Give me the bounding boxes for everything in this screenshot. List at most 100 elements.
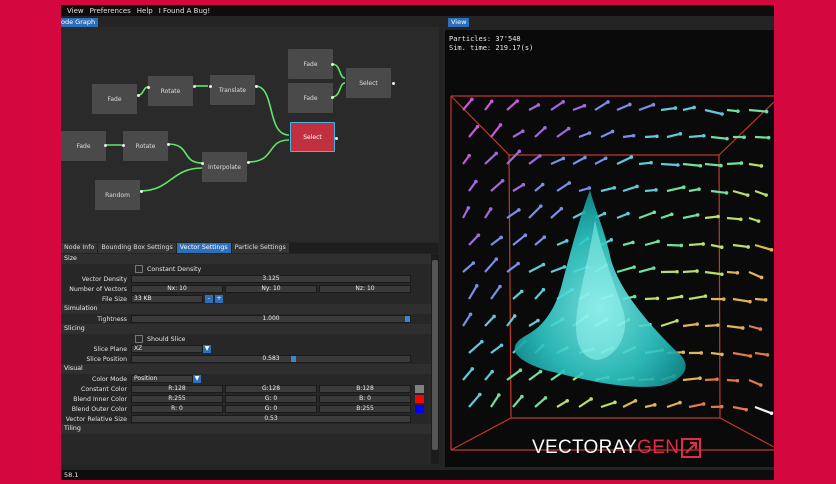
vector-arrow [704,162,722,167]
tab-particle-settings[interactable]: Particle Settings [231,243,289,253]
graph-node-interpolate[interactable]: Interpolate [202,152,247,182]
vector-arrow [644,297,658,301]
brand-text-main: VECTORAY [532,437,638,458]
tab-bounding-box-settings[interactable]: Bounding Box Settings [98,243,176,253]
output-port[interactable] [392,82,395,85]
vector-arrow-head [764,109,769,114]
vector-arrow-head [474,179,478,184]
constant-color-b[interactable]: B:128 [319,385,411,393]
blend-outer-g[interactable]: G: 0 [225,405,317,413]
blend-inner-b[interactable]: B: 0 [319,395,411,403]
blend-inner-r[interactable]: R:255 [131,395,223,403]
graph-node-select[interactable]: Select [346,68,391,98]
graph-node-fade[interactable]: Fade [288,83,333,113]
vector-arrow-head [470,367,475,371]
scrollbar-thumb[interactable] [432,260,438,450]
section-simulation[interactable]: Simulation [61,304,431,314]
input-port[interactable] [122,144,125,147]
graph-node-fade[interactable]: Fade [92,84,137,114]
vector-arrow [622,399,636,408]
vector-arrow-head [764,193,768,197]
color-mode-select[interactable]: Position [131,375,193,383]
menu-help[interactable]: Help [137,7,153,15]
view-tab[interactable]: View [448,18,470,27]
constant-color-swatch[interactable] [415,385,424,393]
vector-arrow-head [678,400,682,405]
graph-node-select-selected[interactable]: Select [290,122,335,152]
constant-density-checkbox[interactable] [135,265,143,273]
blend-outer-b[interactable]: B:255 [319,405,411,413]
menu-found-bug[interactable]: I Found A Bug! [159,7,210,15]
vector-arrow-head [520,394,524,399]
vector-arrow-head [656,239,660,244]
vector-arrow-head [603,156,608,161]
nz-field[interactable]: Nz: 10 [319,285,411,293]
node-graph-tab[interactable]: ode Graph [61,18,99,27]
vector-arrow [754,135,769,139]
vector-relative-size-field[interactable]: 0.53 [131,415,411,423]
menu-view[interactable]: View [67,7,84,15]
output-port[interactable] [247,161,250,164]
menu-preferences[interactable]: Preferences [90,7,131,15]
output-port[interactable] [140,190,143,193]
blend-outer-swatch[interactable] [415,405,424,413]
vector-arrow-head [669,212,674,217]
3d-viewport[interactable]: Particles: 37'548 Sim. time: 219.17(s) V… [445,30,774,467]
input-port[interactable] [201,162,204,165]
output-port[interactable] [335,137,338,140]
input-port[interactable] [147,86,150,89]
output-port[interactable] [331,96,334,99]
vector-arrow-head [561,156,566,161]
slice-plane-select[interactable]: XZ [131,345,203,353]
chevron-down-icon[interactable]: ▼ [203,345,211,353]
blend-inner-g[interactable]: G: 0 [225,395,317,403]
blend-inner-swatch[interactable] [415,395,424,403]
ny-field[interactable]: Ny: 10 [225,285,317,293]
vector-arrow-head [652,403,657,407]
section-visual[interactable]: Visual [61,364,431,374]
increase-button[interactable]: + [215,295,223,303]
vector-density-field[interactable]: 3.125 [131,275,411,283]
vector-arrow [732,243,749,249]
slice-position-slider-grab[interactable] [291,356,297,362]
vector-arrow-head [649,160,653,165]
tightness-slider[interactable]: 1.000 [131,315,411,323]
section-slicing[interactable]: Slicing [61,324,431,334]
graph-node-rotate[interactable]: Rotate [148,76,193,106]
should-slice-checkbox[interactable] [135,335,143,343]
tab-node-info[interactable]: Node Info [61,243,98,253]
vector-arrow-head [632,265,636,269]
vector-arrow-head [587,131,592,135]
graph-node-fade[interactable]: Fade [288,49,333,79]
output-port[interactable] [193,85,196,88]
node-graph-canvas[interactable]: Fade Rotate Translate Fade Rotate Interp… [61,27,439,242]
vector-arrow [666,186,684,193]
tab-vector-settings[interactable]: Vector Settings [176,243,231,253]
graph-node-rotate[interactable]: Rotate [123,131,168,161]
nx-field[interactable]: Nx: 10 [131,285,223,293]
constant-color-g[interactable]: G:128 [225,385,317,393]
decrease-button[interactable]: - [205,295,213,303]
graph-node-translate[interactable]: Translate [210,75,255,105]
vector-arrow-head [719,245,724,250]
blend-outer-r[interactable]: R: 0 [131,405,223,413]
graph-node-random[interactable]: Random [95,180,140,210]
output-port[interactable] [137,94,140,97]
vector-arrow-head [606,100,610,104]
section-size[interactable]: Size [61,254,431,264]
constant-color-r[interactable]: R:128 [131,385,223,393]
output-port[interactable] [104,144,107,147]
vector-arrow [484,315,495,327]
props-scrollbar[interactable] [431,254,439,464]
slice-position-slider[interactable]: 0.583 [131,355,411,363]
output-port[interactable] [255,85,258,88]
graph-node-fade[interactable]: Fade [61,131,106,161]
vector-arrow-head [494,257,499,261]
output-port[interactable] [167,143,170,146]
tightness-slider-grab[interactable] [405,316,410,322]
chevron-down-icon[interactable]: ▼ [193,375,201,383]
vector-arrow-head [769,248,774,252]
output-port[interactable] [331,63,334,66]
section-tiling[interactable]: Tiling [61,424,431,434]
input-port[interactable] [209,85,212,88]
